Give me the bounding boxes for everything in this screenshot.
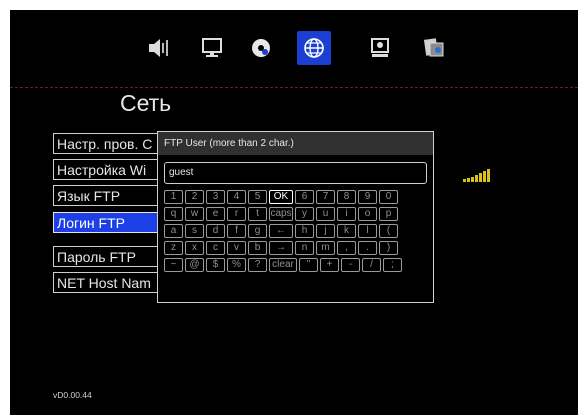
photo-icon[interactable] bbox=[417, 31, 451, 65]
key-0-7[interactable]: 7 bbox=[316, 190, 335, 204]
key-4-8[interactable]: - bbox=[341, 258, 360, 272]
key-3-2[interactable]: c bbox=[206, 241, 225, 255]
key-4-2[interactable]: $ bbox=[206, 258, 225, 272]
key-3-4[interactable]: b bbox=[248, 241, 267, 255]
key-4-3[interactable]: % bbox=[227, 258, 246, 272]
key-0-9[interactable]: 9 bbox=[358, 190, 377, 204]
key-2-10[interactable]: ( bbox=[379, 224, 398, 238]
tv-screen: Сеть Настр. пров. С Настройка Wi Язык FT… bbox=[10, 10, 578, 415]
top-menu-bar bbox=[10, 10, 578, 88]
key-2-3[interactable]: f bbox=[227, 224, 246, 238]
key-1-3[interactable]: r bbox=[227, 207, 246, 221]
key-0-5[interactable]: OK bbox=[269, 190, 293, 204]
key-3-6[interactable]: n bbox=[295, 241, 314, 255]
key-1-9[interactable]: o bbox=[358, 207, 377, 221]
key-4-4[interactable]: ? bbox=[248, 258, 267, 272]
page-title: Сеть bbox=[120, 90, 172, 116]
key-2-8[interactable]: k bbox=[337, 224, 356, 238]
key-3-0[interactable]: z bbox=[164, 241, 183, 255]
key-2-7[interactable]: j bbox=[316, 224, 335, 238]
settings-box-icon[interactable] bbox=[363, 31, 397, 65]
key-0-6[interactable]: 6 bbox=[295, 190, 314, 204]
key-1-5[interactable]: caps bbox=[269, 207, 293, 221]
key-3-7[interactable]: m bbox=[316, 241, 335, 255]
firmware-version: vD0.00.44 bbox=[53, 390, 92, 400]
key-3-5[interactable]: → bbox=[269, 241, 293, 255]
key-3-3[interactable]: v bbox=[227, 241, 246, 255]
key-1-2[interactable]: e bbox=[206, 207, 225, 221]
header-divider bbox=[10, 87, 578, 88]
key-3-8[interactable]: , bbox=[337, 241, 356, 255]
disc-icon[interactable] bbox=[244, 31, 278, 65]
key-1-7[interactable]: u bbox=[316, 207, 335, 221]
key-0-1[interactable]: 2 bbox=[185, 190, 204, 204]
globe-network-icon[interactable] bbox=[297, 31, 331, 65]
key-2-0[interactable]: a bbox=[164, 224, 183, 238]
key-4-10[interactable]: ; bbox=[383, 258, 402, 272]
keyboard-prompt: FTP User (more than 2 char.) bbox=[158, 132, 433, 155]
key-1-10[interactable]: p bbox=[379, 207, 398, 221]
key-2-1[interactable]: s bbox=[185, 224, 204, 238]
key-0-10[interactable]: 0 bbox=[379, 190, 398, 204]
key-3-9[interactable]: . bbox=[358, 241, 377, 255]
onscreen-keyboard-dialog: FTP User (more than 2 char.) guest 12345… bbox=[157, 131, 434, 303]
key-1-1[interactable]: w bbox=[185, 207, 204, 221]
key-2-6[interactable]: h bbox=[295, 224, 314, 238]
key-1-4[interactable]: t bbox=[248, 207, 267, 221]
key-2-5[interactable]: ← bbox=[269, 224, 293, 238]
key-2-4[interactable]: g bbox=[248, 224, 267, 238]
key-3-10[interactable]: ) bbox=[379, 241, 398, 255]
key-0-4[interactable]: 5 bbox=[248, 190, 267, 204]
key-4-5[interactable]: clear bbox=[269, 258, 297, 272]
speaker-icon[interactable] bbox=[141, 31, 175, 65]
key-2-9[interactable]: l bbox=[358, 224, 377, 238]
key-0-2[interactable]: 3 bbox=[206, 190, 225, 204]
key-0-3[interactable]: 4 bbox=[227, 190, 246, 204]
key-1-0[interactable]: q bbox=[164, 207, 183, 221]
key-4-9[interactable]: / bbox=[362, 258, 381, 272]
key-4-1[interactable]: @ bbox=[185, 258, 204, 272]
key-1-6[interactable]: y bbox=[295, 207, 314, 221]
key-4-0[interactable]: ~ bbox=[164, 258, 183, 272]
key-0-0[interactable]: 1 bbox=[164, 190, 183, 204]
wifi-signal-icon bbox=[463, 169, 490, 182]
key-4-6[interactable]: " bbox=[299, 258, 318, 272]
key-0-8[interactable]: 8 bbox=[337, 190, 356, 204]
key-4-7[interactable]: + bbox=[320, 258, 339, 272]
monitor-icon[interactable] bbox=[195, 31, 229, 65]
ftp-user-input[interactable]: guest bbox=[164, 162, 427, 184]
key-1-8[interactable]: i bbox=[337, 207, 356, 221]
key-2-2[interactable]: d bbox=[206, 224, 225, 238]
key-3-1[interactable]: x bbox=[185, 241, 204, 255]
